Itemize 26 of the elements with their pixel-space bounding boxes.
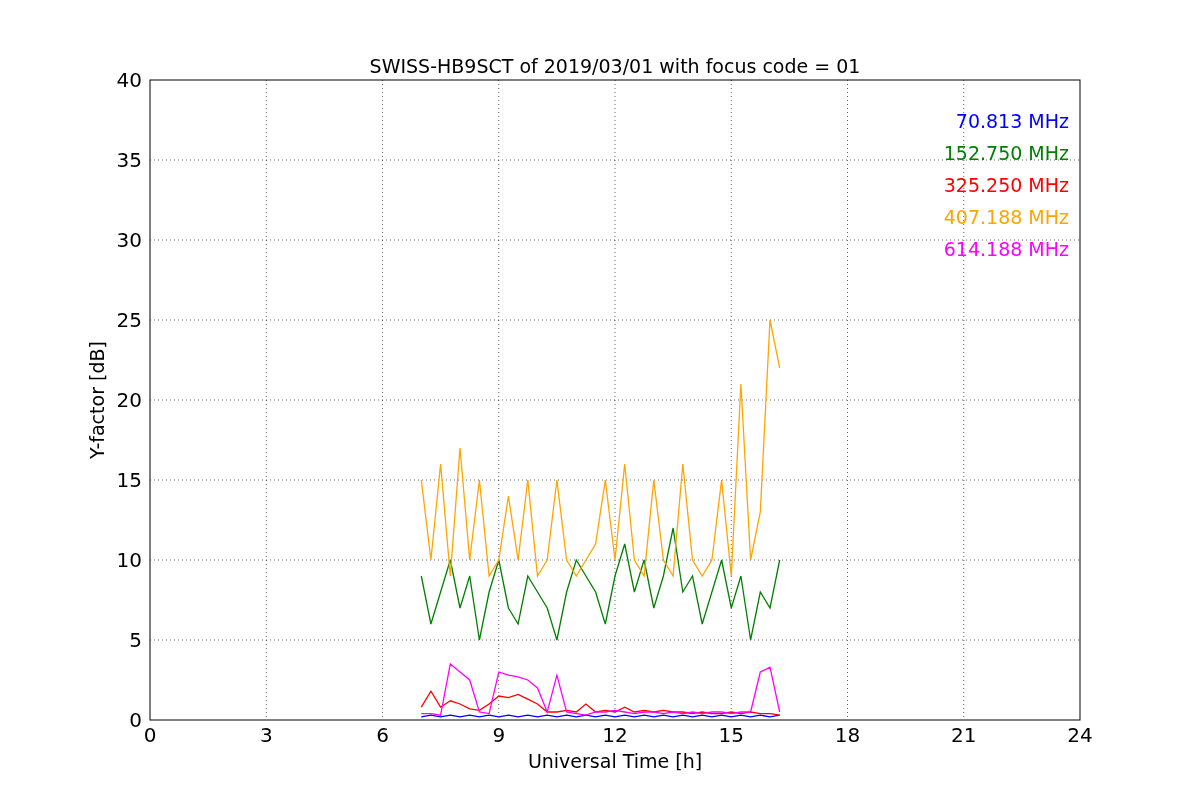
x-tick-label: 0	[143, 723, 157, 747]
x-tick-label: 24	[1067, 723, 1093, 747]
y-tick-label: 25	[116, 308, 142, 332]
legend-label: 70.813 MHz	[955, 110, 1069, 132]
y-tick-label: 5	[129, 628, 142, 652]
x-tick-label: 3	[259, 723, 273, 747]
x-axis-label: Universal Time [h]	[527, 750, 703, 772]
x-tick-label: 21	[951, 723, 977, 747]
chart-title: SWISS-HB9SCT of 2019/03/01 with focus code = 01	[369, 55, 861, 77]
y-tick-label: 40	[116, 68, 142, 92]
x-tick-label: 15	[718, 723, 744, 747]
x-tick-label: 18	[834, 723, 861, 747]
y-tick-label: 35	[116, 148, 142, 172]
y-tick-label: 0	[129, 708, 142, 732]
y-tick-label: 30	[116, 228, 142, 252]
y-tick-label: 10	[116, 548, 142, 572]
y-tick-label: 20	[116, 388, 142, 412]
x-tick-label: 12	[602, 723, 628, 747]
y-axis-label: Y-factor [dB]	[86, 341, 108, 459]
legend-label: 325.250 MHz	[943, 174, 1069, 196]
x-tick-label: 6	[376, 723, 389, 747]
legend-label: 407.188 MHz	[943, 206, 1069, 228]
legend-label: 152.750 MHz	[943, 142, 1069, 164]
legend-label: 614.188 MHz	[943, 238, 1069, 260]
x-tick-label: 9	[492, 723, 506, 747]
y-tick-label: 15	[116, 468, 142, 492]
